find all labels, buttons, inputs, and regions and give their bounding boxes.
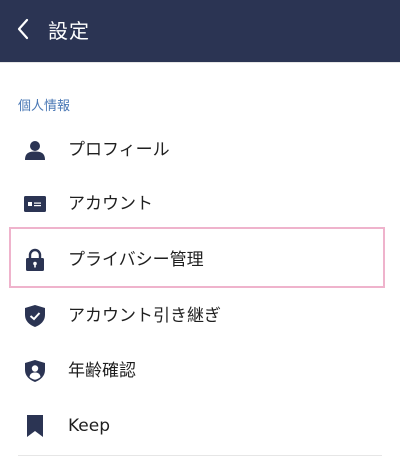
shield-person-icon <box>22 358 48 384</box>
chevron-left-icon <box>16 18 30 44</box>
id-card-icon <box>22 191 48 217</box>
settings-item-keep[interactable]: Keep <box>0 400 400 452</box>
settings-item-privacy[interactable]: プライバシー管理 <box>0 234 400 286</box>
page-title: 設定 <box>48 19 90 43</box>
section-label-personal-info: 個人情報 <box>18 99 71 114</box>
settings-item-account-transfer[interactable]: アカウント引き継ぎ <box>0 290 400 342</box>
settings-item-label: 年齢確認 <box>68 361 136 381</box>
settings-item-account[interactable]: アカウント <box>0 178 400 230</box>
settings-item-label: Keep <box>68 416 111 436</box>
person-icon <box>22 137 48 163</box>
settings-item-label: アカウント <box>68 194 153 214</box>
back-button[interactable] <box>8 13 38 49</box>
app-header: 設定 <box>0 0 400 62</box>
settings-item-profile[interactable]: プロフィール <box>0 124 400 176</box>
settings-item-label: プロフィール <box>68 140 170 160</box>
shield-check-icon <box>22 303 48 329</box>
settings-item-age-verification[interactable]: 年齢確認 <box>0 345 400 397</box>
bookmark-icon <box>22 413 48 439</box>
list-divider <box>18 455 382 456</box>
header-divider <box>0 62 400 63</box>
lock-icon <box>22 247 48 273</box>
settings-item-label: アカウント引き継ぎ <box>68 306 221 326</box>
settings-item-label: プライバシー管理 <box>68 250 204 270</box>
